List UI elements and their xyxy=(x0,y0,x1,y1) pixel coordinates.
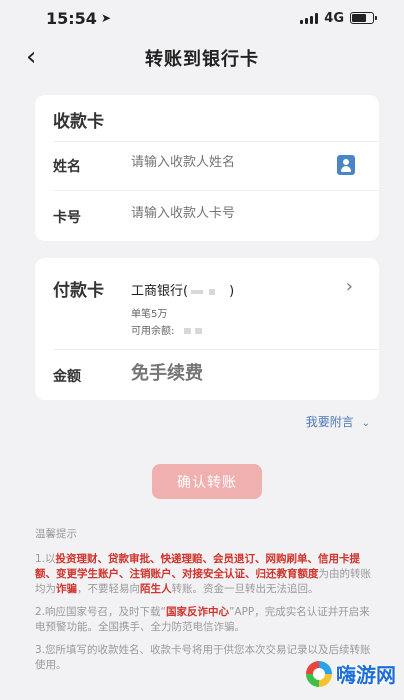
page-title: 转账到银行卡 xyxy=(145,49,259,70)
masked-card-digits xyxy=(209,288,216,295)
payee-card: 收款卡 姓名 卡号 xyxy=(35,95,379,241)
chevron-down-icon: ⌄ xyxy=(361,418,370,429)
chevron-right-icon[interactable]: › xyxy=(346,276,353,297)
location-arrow-icon: ➤ xyxy=(100,11,111,25)
warning-highlight-text: 陌生人 xyxy=(140,583,172,595)
masked-balance xyxy=(184,328,192,334)
tip-1: 1.以投资理财、贷款审批、快递理赔、会员退订、网购刷单、信用卡提额、变更学生账户… xyxy=(35,552,379,597)
contacts-icon[interactable] xyxy=(337,155,355,175)
tip-2: 2.响应国家号召，及时下载“国家反诈中心”APP，完成实名认证并开启来电预警功能… xyxy=(35,605,379,635)
available-balance-label: 可用余额: xyxy=(131,326,175,337)
warning-highlight-text: 投资理财、贷款审批、快递理赔、会员退订、网购刷单、信用卡提额、变更学生账户、注销… xyxy=(35,553,361,580)
add-remark-link[interactable]: 我要附言 ⌄ xyxy=(306,413,370,430)
warning-highlight-text: 国家反诈中心 xyxy=(165,606,229,618)
watermark: 嗨游网 xyxy=(306,659,396,688)
bank-name-prefix: 工商银行( xyxy=(131,284,189,299)
status-indicators: 4G xyxy=(300,10,377,26)
payee-card-title: 收款卡 xyxy=(53,112,104,132)
tip-text: ，不要轻易向 xyxy=(77,583,140,595)
watermark-text: 嗨游网 xyxy=(336,663,396,687)
payee-card-number-input[interactable] xyxy=(131,206,331,221)
amount-label: 金额 xyxy=(53,369,81,385)
nav-bar: ‹ 转账到银行卡 xyxy=(0,38,404,78)
battery-icon xyxy=(350,12,377,24)
tip-text: 1.以 xyxy=(35,553,56,565)
tip-text: 转账。资金一旦转出无法追回。 xyxy=(171,583,319,595)
back-arrow-icon[interactable]: ‹ xyxy=(26,44,36,70)
divider xyxy=(53,141,379,142)
payer-card: 付款卡 工商银行() › 单笔5万 可用余额: 金额 xyxy=(35,258,379,400)
name-label: 姓名 xyxy=(53,159,81,175)
tip-text: 2.响应国家号召，及时下载“ xyxy=(35,606,166,618)
single-limit-text: 单笔5万 xyxy=(131,309,168,320)
bank-name-suffix: ) xyxy=(229,284,235,299)
status-time: 15:54 ➤ xyxy=(46,9,111,28)
masked-card-digits xyxy=(191,289,204,294)
signal-icon xyxy=(300,12,319,24)
status-bar: 15:54 ➤ 4G xyxy=(0,0,404,36)
payer-bank-selector[interactable]: 工商银行() xyxy=(131,280,234,299)
time-text: 15:54 xyxy=(46,8,97,28)
payer-card-title: 付款卡 xyxy=(53,281,104,301)
divider xyxy=(53,190,379,191)
tips-title: 温馨提示 xyxy=(35,528,77,540)
network-type: 4G xyxy=(324,10,344,26)
add-remark-label: 我要附言 xyxy=(305,415,354,429)
available-balance: 可用余额: xyxy=(131,322,203,337)
confirm-transfer-button[interactable]: 确认转账 xyxy=(152,464,262,499)
watermark-logo-icon xyxy=(306,660,332,687)
payee-name-input[interactable] xyxy=(131,155,331,170)
card-number-label: 卡号 xyxy=(53,210,81,226)
divider xyxy=(53,349,379,350)
warning-highlight-text: 诈骗 xyxy=(56,583,77,595)
masked-balance xyxy=(195,328,203,334)
tips-section: 温馨提示 1.以投资理财、贷款审批、快递理赔、会员退订、网购刷单、信用卡提额、变… xyxy=(35,527,379,681)
amount-input[interactable] xyxy=(131,363,331,384)
